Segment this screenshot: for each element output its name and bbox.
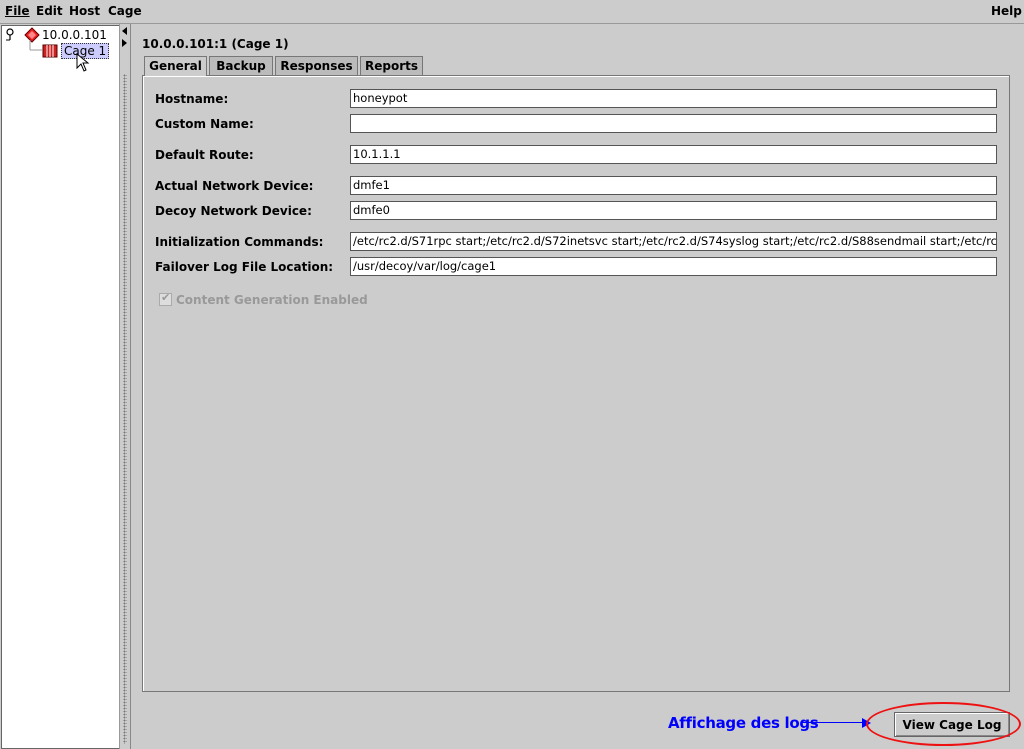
- page-title: 10.0.0.101:1 (Cage 1): [142, 37, 289, 51]
- menu-bar: File Edit Host Cage Help: [0, 0, 1024, 24]
- tree-host-label: 10.0.0.101: [42, 28, 107, 42]
- tab-responses[interactable]: Responses: [275, 56, 358, 75]
- menu-edit[interactable]: Edit: [36, 4, 63, 18]
- custom-name-label: Custom Name:: [155, 117, 254, 131]
- tab-backup[interactable]: Backup: [209, 56, 273, 75]
- default-route-label: Default Route:: [155, 148, 254, 162]
- decoy-network-device-label: Decoy Network Device:: [155, 204, 312, 218]
- annotation-text: Affichage des logs: [668, 714, 819, 732]
- custom-name-field[interactable]: [350, 114, 997, 133]
- cage-icon: [42, 44, 58, 58]
- menu-file-label: File: [5, 4, 30, 18]
- mouse-cursor-icon: [76, 53, 90, 72]
- failover-log-field[interactable]: /usr/decoy/var/log/cage1: [350, 257, 997, 276]
- annotation-arrow-line: [802, 722, 868, 723]
- tab-general[interactable]: General: [144, 56, 207, 76]
- menu-file[interactable]: File: [5, 4, 30, 18]
- menu-help-label: Help: [991, 4, 1022, 18]
- init-commands-field[interactable]: /etc/rc2.d/S71rpc start;/etc/rc2.d/S72in…: [350, 232, 997, 251]
- content-generation-label: Content Generation Enabled: [176, 293, 368, 307]
- actual-network-device-field[interactable]: dmfe1: [350, 176, 997, 195]
- menu-help[interactable]: Help: [991, 4, 1022, 18]
- hostname-field[interactable]: honeypot: [350, 89, 997, 108]
- checkmark-icon: ✔: [161, 291, 171, 304]
- menu-host[interactable]: Host: [69, 4, 100, 18]
- menu-edit-label: Edit: [36, 4, 63, 18]
- split-pane-divider[interactable]: [119, 24, 131, 749]
- hostname-label: Hostname:: [155, 92, 229, 106]
- divider-grip: [123, 74, 127, 744]
- annotation-arrow-icon: [862, 718, 871, 728]
- default-route-field[interactable]: 10.1.1.1: [350, 145, 997, 164]
- failover-log-label: Failover Log File Location:: [155, 260, 334, 274]
- expand-right-icon[interactable]: [122, 39, 127, 47]
- content-generation-checkbox: ✔: [159, 291, 172, 306]
- init-commands-label: Initialization Commands:: [155, 235, 324, 249]
- menu-cage[interactable]: Cage: [108, 4, 142, 18]
- decoy-network-device-field[interactable]: dmfe0: [350, 201, 997, 220]
- host-tree: 10.0.0.101 Cage 1: [1, 25, 120, 749]
- content-generation-checkbox-row: ✔ Content Generation Enabled: [159, 291, 368, 307]
- tab-reports[interactable]: Reports: [360, 56, 423, 75]
- general-panel: [142, 75, 1010, 692]
- menu-cage-label: Cage: [108, 4, 142, 18]
- collapse-left-icon[interactable]: [122, 27, 127, 35]
- menu-host-label: Host: [69, 4, 101, 18]
- view-cage-log-button[interactable]: View Cage Log: [894, 712, 1010, 737]
- actual-network-device-label: Actual Network Device:: [155, 179, 314, 193]
